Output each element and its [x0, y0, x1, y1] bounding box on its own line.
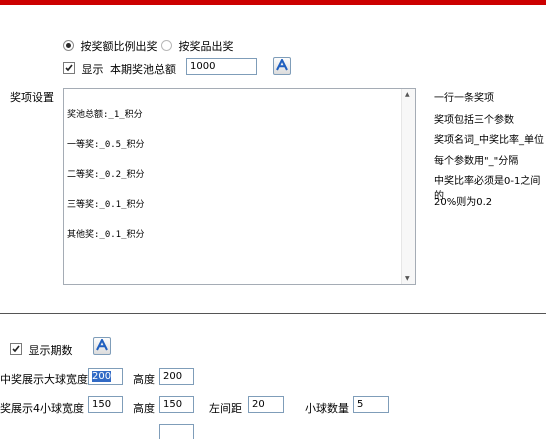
big-ball-height-label: 高度 — [133, 373, 155, 386]
help-line: 奖项名词_中奖比率_单位 — [434, 135, 544, 146]
big-ball-height-input[interactable]: 200 — [159, 368, 194, 385]
left-spacing-value: 20 — [252, 399, 265, 410]
radio-prize-label: 按奖品出奖 — [178, 40, 234, 53]
top-accent-bar — [0, 0, 546, 5]
pool-total-value: 1000 — [190, 61, 216, 72]
prize-settings-textarea[interactable]: 奖池总额:_1_积分 一等奖:_0.5_积分 二等奖:_0.2_积分 三等奖:_… — [63, 88, 416, 285]
display-label: 显示 — [81, 63, 104, 76]
prize-settings-text: 奖池总额:_1_积分 一等奖:_0.5_积分 二等奖:_0.2_积分 三等奖:_… — [67, 90, 145, 260]
help-line: 一行一条奖项 — [434, 93, 494, 104]
radio-ratio[interactable]: 按奖额比例出奖 — [63, 38, 158, 54]
pool-total-input[interactable]: 1000 — [186, 58, 257, 75]
left-spacing-input[interactable]: 20 — [248, 396, 284, 413]
big-ball-width-value: 200 — [92, 371, 112, 382]
small-ball-height-input[interactable]: 150 — [159, 396, 194, 413]
textarea-scrollbar[interactable]: ▲ ▼ — [401, 89, 415, 284]
font-A-icon — [276, 59, 288, 71]
scroll-down-icon[interactable]: ▼ — [405, 275, 410, 282]
font-button[interactable] — [273, 57, 291, 75]
prize-line: 奖池总额:_1_积分 — [67, 110, 143, 120]
radio-unselected-icon[interactable] — [161, 40, 172, 51]
radio-selected-icon[interactable] — [63, 40, 74, 51]
big-ball-width-input[interactable]: 200 — [88, 368, 123, 385]
radio-ratio-label: 按奖额比例出奖 — [80, 40, 158, 53]
big-ball-height-value: 200 — [163, 371, 183, 382]
small-ball-height-value: 150 — [163, 399, 183, 410]
period-font-button[interactable] — [93, 337, 111, 355]
scroll-up-icon[interactable]: ▲ — [405, 91, 410, 98]
display-checkbox[interactable]: 显示 — [63, 61, 104, 77]
prize-line: 二等奖:_0.2_积分 — [67, 170, 145, 180]
radio-prize[interactable]: 按奖品出奖 — [161, 38, 234, 54]
prize-line: 其他奖:_0.1_积分 — [67, 230, 145, 240]
help-line: 20%则为0.2 — [434, 197, 493, 208]
prize-line: 三等奖:_0.1_积分 — [67, 200, 145, 210]
section-divider — [0, 313, 546, 314]
font-A-icon — [96, 339, 108, 351]
show-period-label: 显示期数 — [28, 344, 73, 357]
small-ball-width-input[interactable]: 150 — [88, 396, 123, 413]
small-ball-count-label: 小球数量 — [305, 402, 349, 415]
checkbox-checked-icon[interactable] — [63, 62, 75, 74]
help-line: 每个参数用"_"分隔 — [434, 156, 519, 167]
partial-input-field[interactable] — [159, 424, 194, 439]
show-period-checkbox[interactable]: 显示期数 — [10, 342, 73, 358]
small-ball-count-value: 5 — [357, 399, 364, 410]
left-spacing-label: 左间距 — [209, 402, 242, 415]
small-ball-count-input[interactable]: 5 — [353, 396, 389, 413]
help-line: 奖项包括三个参数 — [434, 115, 514, 126]
prize-settings-label: 奖项设置 — [10, 91, 54, 104]
small-ball-width-value: 150 — [92, 399, 112, 410]
big-ball-width-label: 中奖展示大球宽度 — [0, 373, 88, 386]
checkbox-checked-icon[interactable] — [10, 343, 22, 355]
small-ball-width-label: 奖展示4小球宽度 — [0, 402, 84, 415]
small-ball-height-label: 高度 — [133, 402, 155, 415]
prize-line: 一等奖:_0.5_积分 — [67, 140, 145, 150]
pool-total-label: 本期奖池总额 — [110, 63, 176, 76]
